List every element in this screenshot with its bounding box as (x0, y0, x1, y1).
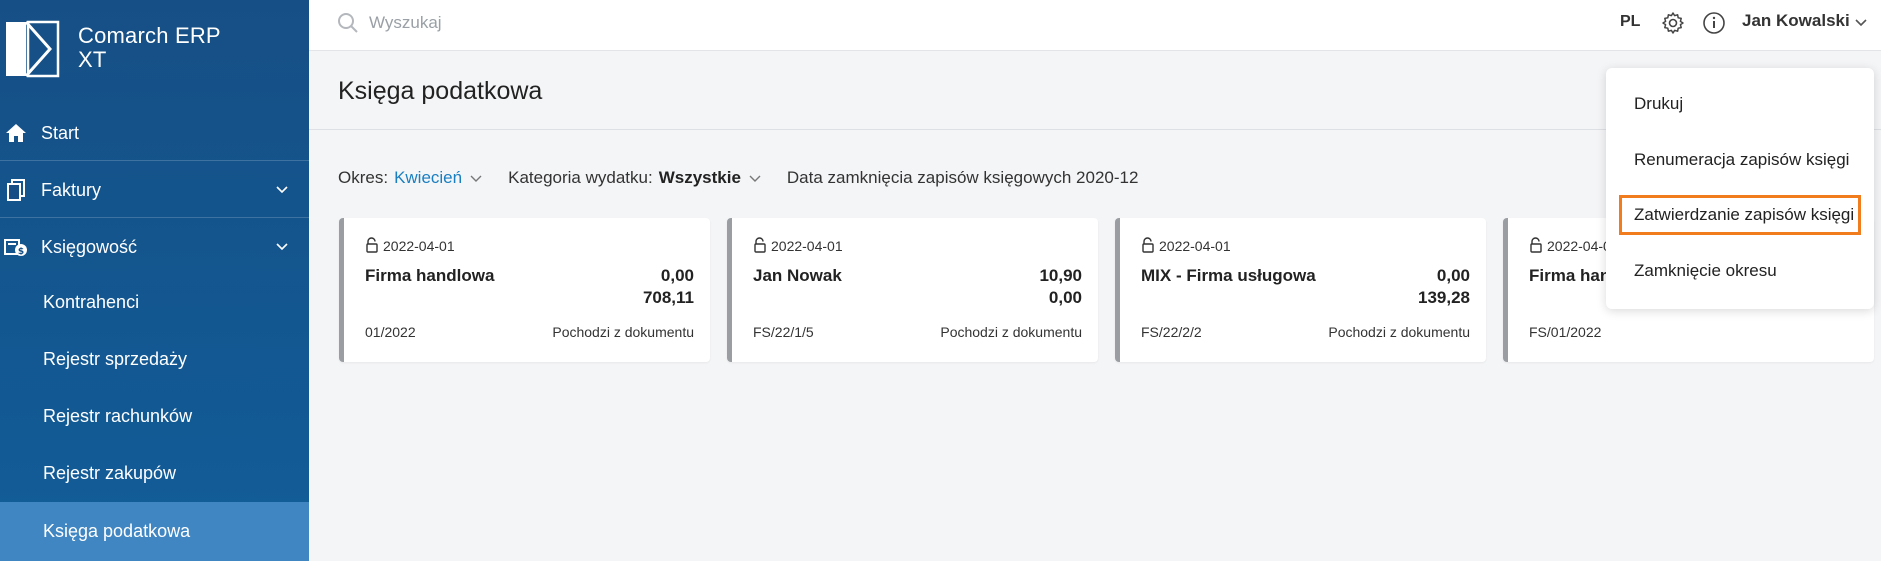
gear-icon[interactable] (1661, 11, 1685, 35)
period-filter[interactable]: Okres: Kwiecień (338, 168, 482, 188)
actions-menu: Drukuj Renumeracja zapisów księgi Zatwie… (1606, 68, 1874, 309)
entry-date: 2022-04-01 (383, 238, 455, 254)
entry-amount-1: 0,00 (1436, 266, 1470, 285)
comarch-logo-icon (6, 20, 60, 78)
top-bar: PL Jan Kowalski (309, 0, 1881, 51)
sidebar-subitem-ksiega-podatkowa[interactable]: Księga podatkowa (0, 502, 309, 561)
menu-item-print[interactable]: Drukuj (1619, 84, 1861, 124)
page-title: Księga podatkowa (338, 77, 543, 105)
svg-text:$: $ (18, 247, 24, 257)
entry-number: FS/22/2/2 (1141, 324, 1202, 340)
entry-amount-2: 708,11 (642, 288, 694, 307)
sidebar-subitem-rejestr-sprzedazy[interactable]: Rejestr sprzedaży (0, 331, 309, 387)
category-filter[interactable]: Kategoria wydatku: Wszystkie (508, 168, 761, 188)
chevron-down-icon (749, 175, 761, 182)
unlock-icon (1142, 237, 1154, 253)
info-icon[interactable] (1702, 11, 1726, 35)
brand-name: Comarch ERP XT (78, 24, 221, 72)
sidebar-item-faktury[interactable]: Faktury (0, 162, 309, 218)
chevron-down-icon (470, 175, 482, 182)
entry-card[interactable]: 2022-04-01 MIX - Firma usługowa 0,00 139… (1115, 218, 1486, 362)
chevron-down-icon (276, 243, 288, 251)
search-input[interactable] (369, 10, 769, 36)
unlock-icon (366, 237, 378, 253)
sidebar-subitem-rejestr-rachunkow[interactable]: Rejestr rachunków (0, 388, 309, 444)
language-switch[interactable]: PL (1620, 13, 1640, 31)
closing-date-text: Data zamknięcia zapisów księgowych 2020-… (786, 168, 1139, 187)
entry-number: FS/01/2022 (1529, 324, 1602, 340)
sidebar-item-label: Księgowość (41, 236, 138, 257)
brand[interactable]: Comarch ERP XT (0, 0, 309, 100)
chevron-down-icon (276, 186, 288, 194)
menu-item-close-period[interactable]: Zamknięcie okresu (1619, 251, 1861, 291)
user-menu[interactable]: Jan Kowalski (1742, 11, 1850, 31)
unlock-icon (754, 237, 766, 253)
filter-bar: Okres: Kwiecień Kategoria wydatku: Wszys… (338, 168, 1164, 188)
sidebar-subitem-kontrahenci[interactable]: Kontrahenci (0, 274, 309, 330)
sidebar-item-label: Rejestr zakupów (43, 462, 177, 483)
entry-amount-1: 10,90 (1039, 266, 1082, 285)
period-filter-value[interactable]: Kwiecień (394, 168, 462, 188)
sidebar-item-label: Rejestr sprzedaży (43, 348, 188, 369)
entry-number: 01/2022 (365, 324, 416, 340)
sidebar: Comarch ERP XT Start Faktury $ Księgowoś… (0, 0, 309, 561)
menu-item-renumber-entries[interactable]: Renumeracja zapisów księgi (1619, 140, 1861, 180)
sidebar-item-label: Start (41, 122, 80, 143)
sidebar-subitem-rejestr-zakupow[interactable]: Rejestr zakupów (0, 445, 309, 501)
sidebar-item-label: Faktury (41, 179, 102, 200)
sidebar-item-label: Księga podatkowa (43, 521, 191, 541)
entry-amount-2: 0,00 (1048, 288, 1082, 307)
sidebar-item-start[interactable]: Start (0, 105, 309, 161)
entry-source: Pochodzi z dokumentu (940, 324, 1082, 340)
divider (0, 217, 309, 218)
home-icon (4, 121, 28, 145)
divider (0, 160, 309, 161)
entry-card[interactable]: 2022-04-01 Firma handlowa 0,00 708,11 01… (339, 218, 710, 362)
entry-contractor: Firma handlowa (365, 266, 495, 285)
entry-source: Pochodzi z dokumentu (552, 324, 694, 340)
entry-source: Pochodzi z dokumentu (1328, 324, 1470, 340)
closing-date-info: Data zamknięcia zapisów księgowych 2020-… (787, 168, 1139, 188)
sidebar-item-ksiegowosc[interactable]: $ Księgowość (0, 219, 309, 275)
entry-amount-2: 139,28 (1418, 288, 1470, 307)
menu-item-approve-entries[interactable]: Zatwierdzanie zapisów księgi (1619, 195, 1861, 235)
entry-card[interactable]: 2022-04-01 Jan Nowak 10,90 0,00 FS/22/1/… (727, 218, 1098, 362)
entry-amount-1: 0,00 (660, 266, 694, 285)
entry-date: 2022-04-01 (771, 238, 843, 254)
entry-contractor: MIX - Firma usługowa (1141, 266, 1316, 285)
brand-line2: XT (78, 47, 107, 72)
entry-number: FS/22/1/5 (753, 324, 814, 340)
sidebar-item-label: Kontrahenci (43, 291, 140, 312)
brand-line1: Comarch ERP (78, 23, 221, 48)
entry-contractor: Jan Nowak (753, 266, 842, 285)
category-filter-label: Kategoria wydatku: (508, 168, 653, 187)
entry-date: 2022-04-01 (1159, 238, 1231, 254)
category-filter-value[interactable]: Wszystkie (659, 168, 741, 188)
sidebar-item-label: Rejestr rachunków (43, 405, 193, 426)
search-icon (338, 13, 358, 33)
invoice-icon (4, 178, 28, 202)
period-filter-label: Okres: (338, 168, 389, 187)
accounting-icon: $ (4, 235, 28, 259)
chevron-down-icon[interactable] (1854, 16, 1868, 30)
unlock-icon (1530, 237, 1542, 253)
